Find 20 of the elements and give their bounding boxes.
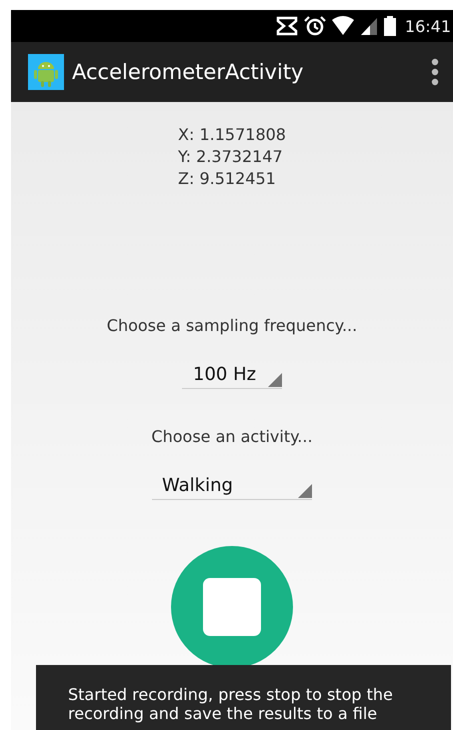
wifi-icon (330, 16, 355, 36)
stop-icon (203, 578, 261, 636)
frequency-dropdown[interactable]: 100 Hz (182, 361, 282, 389)
battery-icon (382, 16, 397, 36)
signal-icon (358, 16, 379, 36)
dropdown-arrow-icon (268, 373, 282, 387)
hourglass-icon (274, 16, 299, 36)
sensor-reading: X: 1.1571808 (178, 124, 286, 146)
dropdown-arrow-icon (298, 484, 312, 498)
activity-dropdown[interactable]: Walking (152, 472, 312, 500)
sensor-reading: Z: 9.512451 (178, 168, 276, 190)
toast-message: Started recording, press stop to stop the recording and save the results to a file (36, 665, 451, 730)
app-title: AccelerometerActivity (72, 60, 304, 84)
sensor-reading: Y: 2.3732147 (178, 146, 283, 168)
frequency-label: Choose a sampling frequency... (106, 316, 358, 335)
alarm-icon (302, 16, 327, 36)
android-robot-icon (28, 54, 64, 90)
activity-label: Choose an activity... (151, 427, 313, 446)
overflow-menu-icon[interactable] (431, 58, 439, 86)
clock-time: 16:41 (404, 16, 451, 36)
